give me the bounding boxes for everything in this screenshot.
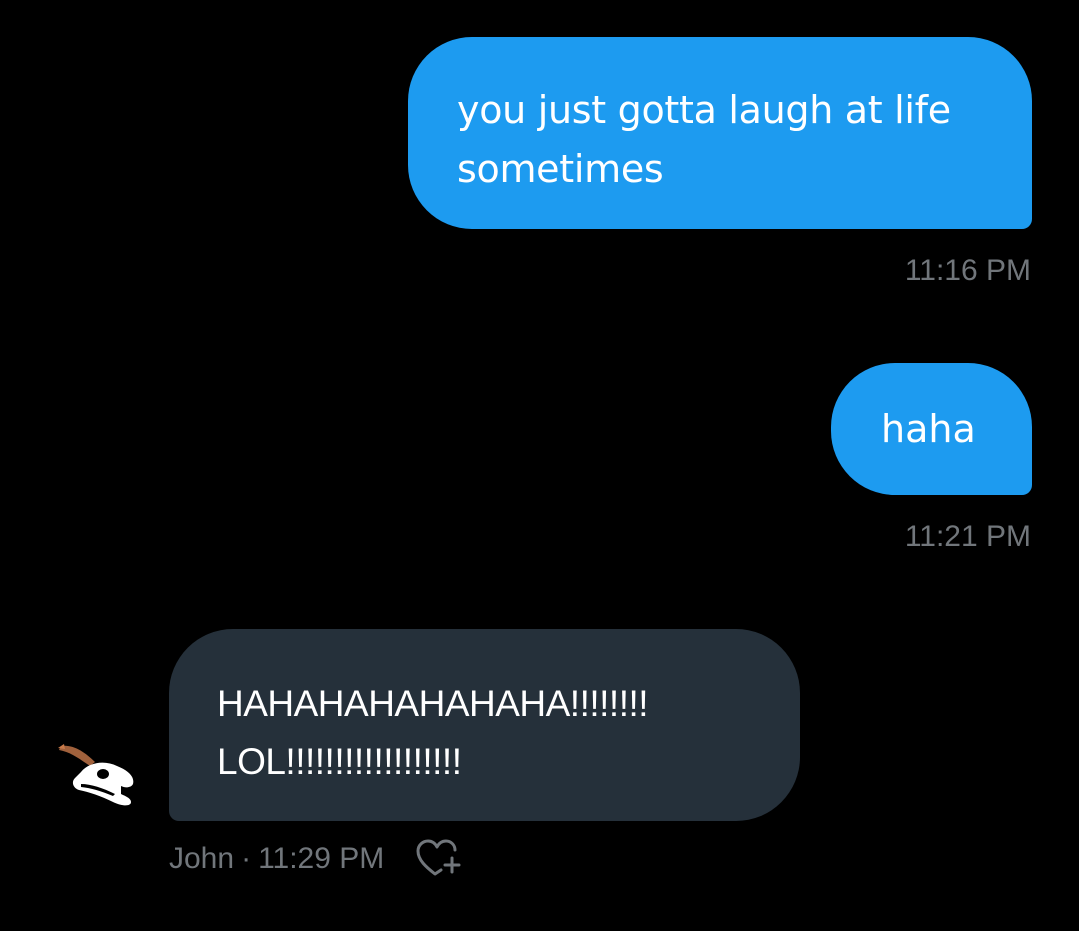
dinosaur-skull-avatar-icon[interactable]	[55, 738, 139, 812]
message-timestamp: 11:16 PM	[904, 254, 1031, 287]
message-text: HAHAHAHAHAHAHA!!!!!!!! LOL!!!!!!!!!!!!!!…	[217, 683, 649, 782]
sender-name: John	[169, 842, 235, 875]
sent-message-bubble[interactable]: haha	[831, 363, 1032, 495]
sent-message-bubble[interactable]: you just gotta laugh at life sometimes	[408, 37, 1032, 229]
heart-plus-icon[interactable]	[414, 836, 466, 880]
meta-separator: ·	[241, 842, 252, 875]
message-timestamp: 11:29 PM	[258, 842, 385, 875]
received-message-bubble[interactable]: HAHAHAHAHAHAHA!!!!!!!! LOL!!!!!!!!!!!!!!…	[169, 629, 800, 821]
message-text: haha	[881, 407, 976, 451]
message-timestamp: 11:21 PM	[904, 520, 1031, 553]
message-text: you just gotta laugh at life sometimes	[457, 88, 951, 191]
message-meta: John · 11:29 PM	[169, 842, 384, 876]
